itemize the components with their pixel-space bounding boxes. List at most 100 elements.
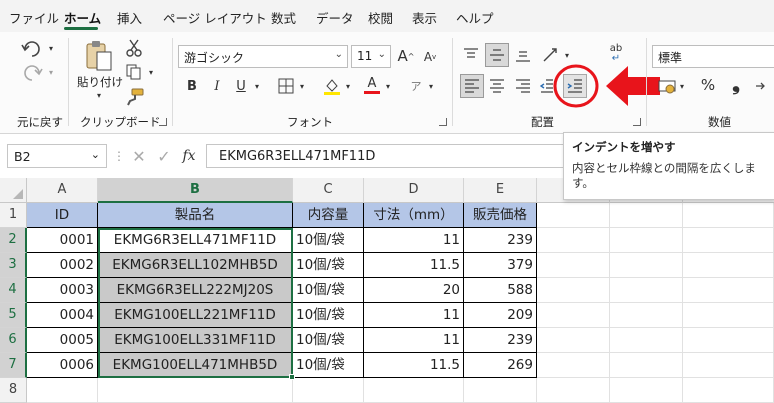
table-cell-price[interactable]: 239: [464, 228, 537, 253]
fill-handle[interactable]: [289, 374, 295, 380]
empty-cell[interactable]: [683, 303, 774, 328]
clipboard-launcher-icon[interactable]: [159, 118, 167, 126]
insert-function-icon[interactable]: fx: [178, 146, 200, 166]
empty-cell[interactable]: [610, 278, 683, 303]
align-left-icon[interactable]: [460, 74, 484, 98]
table-cell-price[interactable]: 588: [464, 278, 537, 303]
tab-help[interactable]: ヘルプ: [456, 8, 494, 27]
alignment-launcher-icon[interactable]: [633, 118, 641, 126]
row-header-1[interactable]: 1: [0, 203, 27, 228]
copy-icon[interactable]: [124, 62, 144, 82]
cancel-icon[interactable]: ✕: [130, 147, 148, 166]
font-color-icon[interactable]: A: [362, 74, 382, 96]
align-bottom-icon[interactable]: [512, 44, 534, 66]
tab-review[interactable]: 校閲: [368, 8, 393, 27]
table-cell-content[interactable]: 10個/袋: [293, 303, 364, 328]
paste-label[interactable]: 貼り付け: [77, 74, 123, 90]
empty-cell[interactable]: [683, 203, 774, 228]
header-cell-content[interactable]: 内容量: [293, 203, 364, 228]
empty-cell[interactable]: [537, 378, 610, 403]
underline-icon[interactable]: U: [232, 76, 250, 96]
header-cell-dimension[interactable]: 寸法（mm）: [364, 203, 464, 228]
empty-cell[interactable]: [537, 228, 610, 253]
copy-dropdown-icon[interactable]: ▾: [146, 65, 156, 79]
more-options-icon[interactable]: ⋮: [113, 148, 125, 164]
table-cell-dimension[interactable]: 11: [364, 303, 464, 328]
empty-cell[interactable]: [27, 378, 98, 403]
bold-icon[interactable]: B: [183, 76, 201, 96]
comma-style-icon[interactable]: ❟: [727, 71, 745, 95]
table-cell-price[interactable]: 379: [464, 253, 537, 278]
tab-page-layout[interactable]: ページ レイアウト: [163, 8, 267, 27]
table-cell-content[interactable]: 10個/袋: [293, 353, 364, 378]
table-cell-dimension[interactable]: 11.5: [364, 253, 464, 278]
tab-file[interactable]: ファイル: [9, 8, 59, 27]
accounting-format-icon[interactable]: [657, 76, 677, 96]
font-launcher-icon[interactable]: [439, 118, 447, 126]
table-cell-price[interactable]: 239: [464, 328, 537, 353]
table-cell-dimension[interactable]: 11.5: [364, 353, 464, 378]
empty-cell[interactable]: [464, 378, 537, 403]
align-right-icon[interactable]: [512, 75, 534, 97]
table-cell-product-name[interactable]: EKMG100ELL331MF11D: [98, 328, 293, 353]
table-cell-product-name[interactable]: EKMG6R3ELL102MHB5D: [98, 253, 293, 278]
header-cell-id[interactable]: ID: [27, 203, 98, 228]
font-size-combobox[interactable]: 11 ⌄: [351, 45, 391, 68]
decrease-font-size-icon[interactable]: Av: [420, 47, 440, 67]
increase-font-size-icon[interactable]: A ^: [396, 45, 416, 67]
empty-cell[interactable]: [537, 203, 610, 228]
borders-icon[interactable]: [276, 76, 296, 96]
tab-view[interactable]: 表示: [412, 8, 437, 27]
align-center-icon[interactable]: [486, 75, 508, 97]
increase-decimal-icon[interactable]: [752, 76, 772, 96]
column-header-a[interactable]: A: [27, 178, 98, 203]
italic-icon[interactable]: I: [208, 76, 226, 96]
empty-cell[interactable]: [364, 378, 464, 403]
empty-cell[interactable]: [610, 228, 683, 253]
undo-icon[interactable]: [18, 38, 46, 60]
row-header-6[interactable]: 6: [0, 328, 27, 353]
table-cell-content[interactable]: 10個/袋: [293, 278, 364, 303]
align-top-icon[interactable]: [460, 44, 482, 66]
row-header-2[interactable]: 2: [0, 228, 27, 253]
column-header-e[interactable]: E: [464, 178, 537, 203]
empty-cell[interactable]: [537, 253, 610, 278]
empty-cell[interactable]: [537, 328, 610, 353]
row-header-8[interactable]: 8: [0, 378, 27, 403]
redo-icon[interactable]: [18, 62, 46, 84]
column-header-b[interactable]: B: [98, 178, 293, 203]
empty-cell[interactable]: [610, 253, 683, 278]
paste-icon[interactable]: [82, 38, 116, 74]
table-cell-id[interactable]: 0006: [27, 353, 98, 378]
tab-insert[interactable]: 挿入: [117, 8, 142, 27]
orientation-dropdown-icon[interactable]: ▾: [562, 47, 572, 63]
table-cell-price[interactable]: 209: [464, 303, 537, 328]
name-box[interactable]: B2 ⌄: [7, 144, 107, 168]
table-cell-content[interactable]: 10個/袋: [293, 328, 364, 353]
cut-icon[interactable]: [124, 38, 144, 58]
table-cell-product-name[interactable]: EKMG100ELL221MF11D: [98, 303, 293, 328]
underline-dropdown-icon[interactable]: ▾: [252, 78, 262, 94]
phonetic-guide-icon[interactable]: ア: [406, 76, 426, 96]
empty-cell[interactable]: [537, 353, 610, 378]
table-cell-product-name[interactable]: EKMG6R3ELL471MF11D: [98, 228, 293, 253]
font-color-dropdown-icon[interactable]: ▾: [383, 78, 393, 94]
wrap-text-icon[interactable]: ab ↵: [604, 42, 628, 66]
enter-icon[interactable]: ✓: [155, 147, 173, 166]
borders-dropdown-icon[interactable]: ▾: [297, 78, 307, 94]
paste-dropdown-icon[interactable]: ▾: [93, 90, 105, 100]
empty-cell[interactable]: [610, 303, 683, 328]
empty-cell[interactable]: [610, 378, 683, 403]
phonetic-dropdown-icon[interactable]: ▾: [426, 78, 436, 94]
fill-color-icon[interactable]: [322, 76, 342, 96]
empty-cell[interactable]: [537, 278, 610, 303]
table-cell-id[interactable]: 0005: [27, 328, 98, 353]
font-name-combobox[interactable]: 游ゴシック ⌄: [178, 45, 348, 68]
percent-style-icon[interactable]: %: [697, 74, 719, 96]
empty-cell[interactable]: [683, 353, 774, 378]
row-header-4[interactable]: 4: [0, 278, 27, 303]
empty-cell[interactable]: [293, 378, 364, 403]
table-cell-price[interactable]: 269: [464, 353, 537, 378]
empty-cell[interactable]: [610, 353, 683, 378]
number-format-combobox[interactable]: 標準: [652, 45, 774, 68]
